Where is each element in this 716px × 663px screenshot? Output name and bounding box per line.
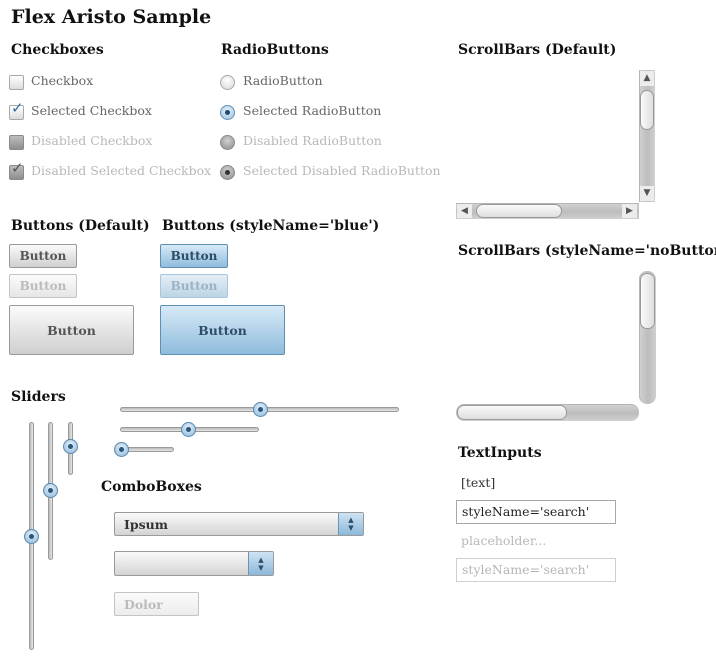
slider-thumb[interactable] (181, 422, 196, 437)
selected-disabled-radio-button-label: Selected Disabled RadioButton (243, 163, 441, 178)
selected-checkbox[interactable]: ✓ (9, 101, 24, 120)
disabled-radio-button (220, 135, 235, 150)
radio-dot-icon (225, 170, 230, 175)
disabled-checkbox-label: Disabled Checkbox (31, 133, 153, 148)
scrollbars-default-title: ScrollBars (Default) (458, 42, 617, 58)
horizontal-slider[interactable] (120, 421, 259, 438)
scrollbars-nobuttons-title: ScrollBars (styleName='noButtons') (458, 243, 716, 259)
radiobuttons-title: RadioButtons (221, 42, 329, 58)
radio-dot-icon (225, 110, 230, 115)
combobox-value: Dolor (124, 597, 163, 612)
checkbox-label: Checkbox (31, 73, 94, 88)
textinputs-title: TextInputs (458, 445, 542, 461)
horizontal-slider[interactable] (114, 441, 174, 458)
arrow-right-icon[interactable]: ▶ (622, 204, 637, 218)
scrollbar-thumb[interactable] (457, 405, 567, 420)
chevron-updown-icon[interactable]: ▲ ▼ (248, 552, 273, 575)
arrow-down-icon[interactable]: ▼ (640, 186, 654, 201)
slider-thumb[interactable] (24, 529, 39, 544)
combobox-disabled: Dolor (114, 592, 199, 616)
placeholder-input[interactable]: placeholder... (461, 533, 546, 548)
vertical-scrollbar-nobuttons[interactable] (639, 271, 656, 404)
checkboxes-title: Checkboxes (11, 42, 104, 58)
blue-button[interactable]: Button (160, 244, 228, 268)
check-icon: ✓ (11, 99, 24, 117)
horizontal-scrollbar[interactable]: ◀ ▶ (456, 203, 639, 219)
sliders-title: Sliders (11, 389, 66, 405)
check-icon: ✓ (11, 159, 24, 177)
disabled-selected-checkbox: ✓ (9, 161, 24, 180)
selected-radio-button-label: Selected RadioButton (243, 103, 382, 118)
selected-radio-button[interactable] (220, 105, 235, 120)
comboboxes-title: ComboBoxes (101, 479, 202, 495)
arrow-left-icon[interactable]: ◀ (457, 204, 472, 218)
vertical-slider[interactable] (23, 422, 40, 650)
horizontal-slider[interactable] (120, 401, 399, 418)
buttons-default-title: Buttons (Default) (11, 218, 150, 234)
scrollbar-thumb[interactable] (476, 204, 562, 218)
slider-thumb[interactable] (253, 402, 268, 417)
selected-checkbox-label: Selected Checkbox (31, 103, 152, 118)
horizontal-scrollbar-nobuttons[interactable] (456, 404, 639, 421)
disabled-selected-checkbox-label: Disabled Selected Checkbox (31, 163, 212, 178)
arrow-up-icon[interactable]: ▲ (640, 71, 654, 86)
large-blue-button[interactable]: Button (160, 305, 285, 355)
disabled-radio-button-label: Disabled RadioButton (243, 133, 382, 148)
radio-button[interactable] (220, 75, 235, 90)
checkbox[interactable] (9, 75, 24, 90)
search-input[interactable]: styleName='search' (456, 500, 616, 524)
vertical-scrollbar[interactable]: ▲ ▼ (639, 70, 655, 202)
scrollbar-thumb[interactable] (640, 90, 654, 130)
plain-text-input[interactable]: [text] (461, 475, 495, 490)
combobox[interactable]: Ipsum ▲ ▼ (114, 512, 364, 536)
disabled-search-input: styleName='search' (456, 558, 616, 582)
buttons-blue-title: Buttons (styleName='blue') (162, 218, 380, 234)
page-title: Flex Aristo Sample (11, 6, 212, 28)
slider-thumb[interactable] (114, 442, 129, 457)
vertical-slider[interactable] (42, 422, 59, 560)
combobox-empty[interactable]: ▲ ▼ (114, 551, 274, 576)
slider-thumb[interactable] (63, 439, 78, 454)
vertical-slider[interactable] (62, 422, 79, 475)
combobox-value: Ipsum (124, 517, 168, 532)
button[interactable]: Button (9, 244, 77, 268)
selected-disabled-radio-button (220, 165, 235, 180)
disabled-checkbox (9, 135, 24, 150)
disabled-blue-button: Button (160, 274, 228, 298)
radio-button-label: RadioButton (243, 73, 323, 88)
disabled-button: Button (9, 274, 77, 298)
slider-thumb[interactable] (43, 483, 58, 498)
chevron-updown-icon[interactable]: ▲ ▼ (338, 513, 363, 535)
large-button[interactable]: Button (9, 305, 134, 355)
scrollbar-thumb[interactable] (640, 273, 655, 329)
